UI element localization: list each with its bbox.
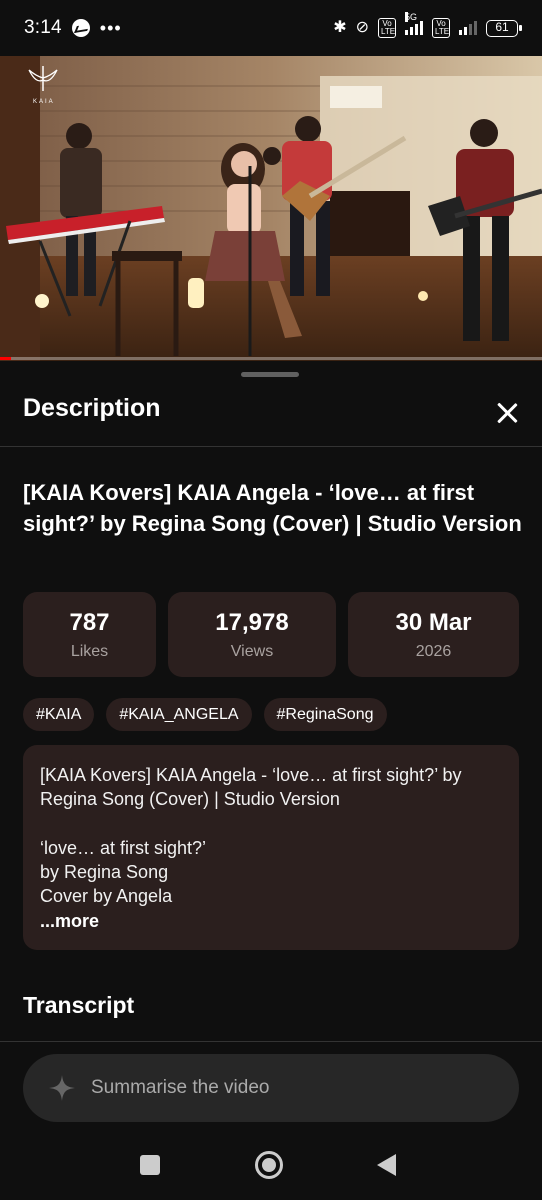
stat-likes: 787 Likes	[23, 592, 156, 677]
kaia-logo-text: KAIA	[33, 99, 55, 105]
transcript-heading[interactable]: Transcript	[23, 992, 134, 1019]
show-more-link[interactable]: ...more	[40, 909, 502, 933]
air-conditioner	[330, 86, 382, 108]
bluetooth-icon: ✱	[333, 19, 347, 36]
video-progress-bar[interactable]	[0, 357, 542, 360]
network-type-label: 5G	[405, 12, 418, 22]
sheet-title: Description	[23, 394, 161, 422]
lamp-left	[35, 294, 49, 308]
video-progress-fill	[0, 357, 11, 360]
battery-icon: 61	[486, 19, 522, 37]
hashtag-row: #KAIA #KAIA_ANGELA #ReginaSong	[23, 698, 387, 731]
views-label: Views	[230, 642, 274, 660]
description-line: Regina Song (Cover) | Studio Version	[40, 789, 340, 810]
summarise-placeholder: Summarise the video	[91, 1077, 270, 1098]
messenger-icon	[71, 19, 90, 37]
hashtag-chip[interactable]: #KAIA_ANGELA	[106, 698, 252, 731]
drag-handle[interactable]	[241, 372, 299, 377]
singer	[227, 184, 261, 234]
summarise-input[interactable]: Summarise the video	[23, 1054, 519, 1122]
description-line	[40, 812, 502, 836]
stats-row: 787 Likes 17,978 Views 30 Mar 2026	[23, 592, 519, 677]
stat-date: 30 Mar 2026	[348, 592, 519, 677]
description-line: [KAIA Kovers] KAIA Angela - ‘love… at fi…	[40, 765, 462, 785]
description-line: ‘love… at first sight?’	[40, 837, 207, 858]
vibrate-mute-icon: ⊘	[355, 19, 369, 36]
signal-strength-icon-2	[459, 21, 477, 35]
status-time: 3:14	[24, 17, 62, 38]
home-button[interactable]	[255, 1151, 283, 1179]
recent-apps-button[interactable]	[140, 1155, 160, 1175]
description-box[interactable]: [KAIA Kovers] KAIA Angela - ‘love… at fi…	[23, 745, 519, 950]
video-frame: KAIA	[0, 56, 542, 361]
piano	[330, 191, 410, 266]
more-notifications-icon: •••	[99, 18, 122, 38]
description-line: by Regina Song	[40, 862, 169, 883]
close-icon[interactable]	[491, 397, 523, 429]
description-line: Cover by Angela	[40, 886, 173, 907]
volte-icon-2: Vo LTE	[432, 18, 450, 38]
views-count: 17,978	[215, 608, 289, 636]
signal-strength-icon: 5G	[405, 12, 423, 35]
lamp-center	[188, 278, 204, 308]
volte-icon: Vo LTE	[378, 18, 396, 38]
stat-views: 17,978 Views	[168, 592, 336, 677]
divider	[0, 446, 542, 447]
video-player[interactable]: KAIA	[0, 56, 542, 361]
status-bar: 3:14 ••• ✱ ⊘ Vo LTE 5G Vo LTE 61	[0, 0, 542, 56]
system-nav-bar	[0, 1131, 542, 1200]
video-title: [KAIA Kovers] KAIA Angela - ‘love… at fi…	[23, 480, 522, 536]
keyboard-player	[60, 148, 102, 218]
description-sheet: Description [KAIA Kovers] KAIA Angela - …	[0, 361, 542, 1131]
likes-label: Likes	[70, 642, 109, 660]
likes-count: 787	[69, 608, 110, 636]
upload-year: 2026	[415, 642, 452, 660]
sparkle-icon	[49, 1075, 75, 1101]
divider	[0, 1041, 542, 1042]
back-button[interactable]	[377, 1154, 396, 1176]
hashtag-chip[interactable]: #ReginaSong	[263, 698, 387, 731]
upload-date: 30 Mar	[395, 608, 472, 636]
hashtag-chip[interactable]: #KAIA	[23, 698, 95, 731]
